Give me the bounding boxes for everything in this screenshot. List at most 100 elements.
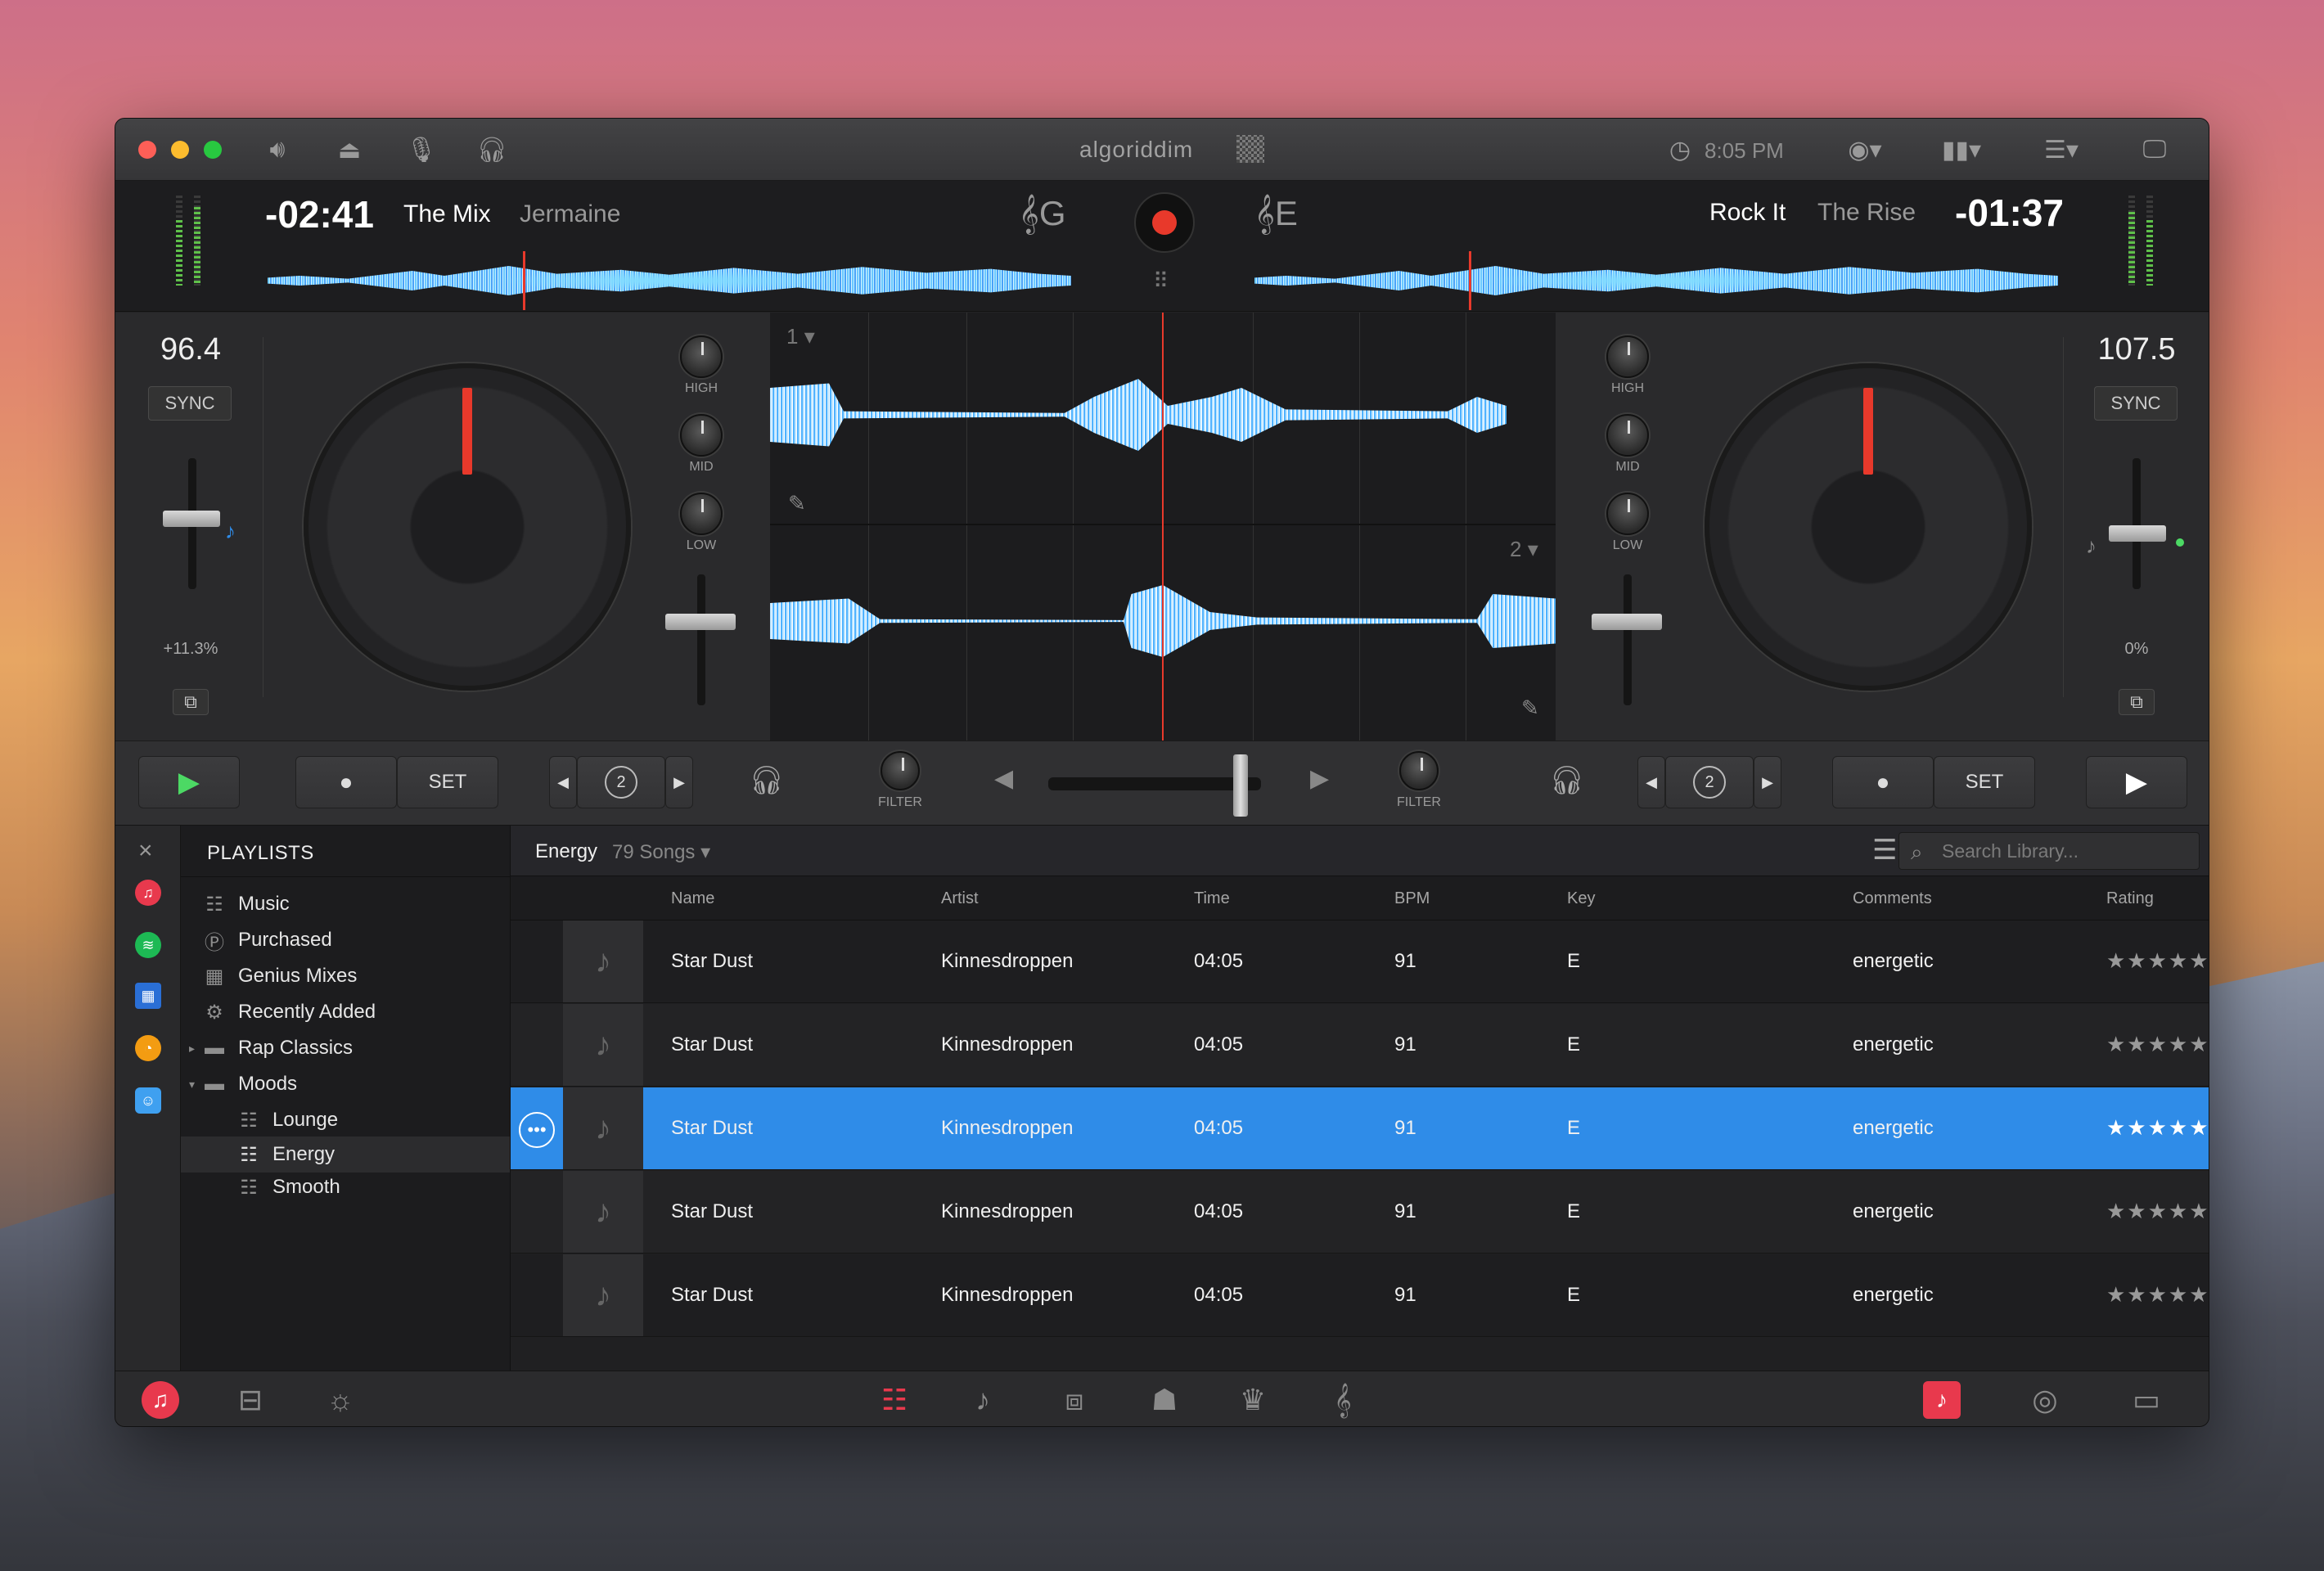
disclosure-down-icon[interactable]: ▾ bbox=[189, 1078, 202, 1092]
deck1-edit-icon[interactable]: ✎ bbox=[788, 491, 806, 516]
rating-stars[interactable]: ★★★★★ bbox=[2106, 1282, 2209, 1308]
left-volume-track[interactable] bbox=[697, 574, 705, 705]
column-time[interactable]: Time bbox=[1194, 889, 1230, 908]
right-overview-waveform[interactable] bbox=[1254, 266, 2058, 295]
crossfader-track[interactable] bbox=[1048, 777, 1261, 790]
left-mid-eq-knob[interactable] bbox=[680, 414, 723, 457]
search-input[interactable]: ⌕ Search Library... bbox=[1898, 832, 2200, 870]
rating-stars[interactable]: ★★★★★ bbox=[2106, 948, 2209, 974]
effects-icon[interactable]: ☼ bbox=[316, 1375, 365, 1425]
right-loop-prev-button[interactable]: ◀ bbox=[1637, 756, 1665, 808]
deck2-edit-icon[interactable]: ✎ bbox=[1521, 695, 1539, 721]
left-overview-waveform[interactable] bbox=[268, 266, 1071, 295]
itunes-source-icon[interactable]: ♫ bbox=[136, 1375, 185, 1425]
left-loop-prev-button[interactable]: ◀ bbox=[549, 756, 577, 808]
display-icon[interactable]: 🖵︎ bbox=[2137, 133, 2173, 166]
right-play-button[interactable]: ▶ bbox=[2086, 756, 2187, 808]
table-row[interactable]: ♪ Star Dust Kinnesdroppen 04:05 91 Eenergetic… bbox=[511, 1254, 2209, 1337]
right-volume-track[interactable] bbox=[1624, 574, 1632, 705]
list-view-icon[interactable]: ☰▾ bbox=[2037, 133, 2086, 166]
column-artist[interactable]: Artist bbox=[941, 889, 979, 908]
right-pitch-fader[interactable] bbox=[2109, 525, 2166, 542]
vinyl-icon[interactable]: ◎ bbox=[2020, 1375, 2070, 1425]
spotify-icon[interactable]: ≋ bbox=[135, 932, 161, 958]
right-volume-fader[interactable] bbox=[1592, 614, 1662, 630]
rating-stars[interactable]: ★★★★★ bbox=[2106, 1115, 2209, 1141]
column-name[interactable]: Name bbox=[671, 889, 714, 908]
waveform-view[interactable]: 1 ▾ ✎ 2 ▾ ✎ bbox=[770, 313, 1556, 740]
right-low-eq-knob[interactable] bbox=[1606, 493, 1649, 535]
playlist-item-recently-added[interactable]: ⚙ Recently Added bbox=[181, 994, 510, 1030]
automix-icon[interactable]: ⊟ bbox=[226, 1375, 275, 1425]
left-deck-toggle-icon[interactable]: ⧉ bbox=[173, 689, 209, 715]
history-icon[interactable]: ◔ bbox=[135, 1035, 161, 1061]
column-key[interactable]: Key bbox=[1567, 889, 1595, 908]
playlist-folder-moods[interactable]: ▾ ▬ Moods bbox=[181, 1066, 510, 1102]
keys-tab-icon[interactable]: 𝄞 bbox=[1318, 1375, 1367, 1425]
songs-tab-icon[interactable]: ♪ bbox=[958, 1375, 1007, 1425]
deck1-label[interactable]: 1 ▾ bbox=[786, 324, 815, 349]
video-icon[interactable]: ▦ bbox=[135, 983, 161, 1009]
column-bpm[interactable]: BPM bbox=[1394, 889, 1430, 908]
table-row[interactable]: ♪ Star Dust Kinnesdroppen 04:05 91 Eenergetic… bbox=[511, 1004, 2209, 1087]
column-comments[interactable]: Comments bbox=[1853, 889, 1932, 908]
playlist-item-music[interactable]: ☷ Music bbox=[181, 886, 510, 922]
right-set-button[interactable]: SET bbox=[1934, 756, 2035, 808]
left-low-eq-knob[interactable] bbox=[680, 493, 723, 535]
layout-icon[interactable]: ▮▮▾ bbox=[1937, 133, 1986, 166]
right-mid-eq-knob[interactable] bbox=[1606, 414, 1649, 457]
close-window-button[interactable] bbox=[138, 141, 156, 159]
left-set-button[interactable]: SET bbox=[397, 756, 498, 808]
right-high-eq-knob[interactable] bbox=[1606, 335, 1649, 378]
right-sync-button[interactable]: SYNC bbox=[2094, 386, 2178, 421]
record-settings-icon[interactable]: ◉▾ bbox=[1847, 133, 1883, 166]
left-pitch-fader[interactable] bbox=[163, 511, 220, 527]
right-keylock-icon[interactable]: ♪ bbox=[2086, 533, 2097, 559]
playlist-folder-rap-classics[interactable]: ▸ ▬ Rap Classics bbox=[181, 1030, 510, 1066]
table-row[interactable]: ••• ♪ Star Dust Kinnesdroppen 04:05 91 Eenerge… bbox=[511, 1087, 2209, 1170]
crossfader-handle[interactable] bbox=[1233, 754, 1248, 817]
left-play-button[interactable]: ▶ bbox=[138, 756, 240, 808]
playlists-tab-icon[interactable]: ☷ bbox=[870, 1375, 919, 1425]
playlist-item-smooth[interactable]: ☷ Smooth bbox=[181, 1169, 510, 1205]
finder-icon[interactable]: ☺ bbox=[135, 1087, 161, 1114]
list-view-icon[interactable]: ☰ bbox=[1872, 834, 1897, 867]
close-library-icon[interactable]: × bbox=[138, 837, 153, 865]
table-row[interactable]: ♪ Star Dust Kinnesdroppen 04:05 91 Eenergetic… bbox=[511, 921, 2209, 1003]
crossfader-right-icon[interactable]: ▶ bbox=[1310, 764, 1329, 793]
rating-stars[interactable]: ★★★★★ bbox=[2106, 1032, 2209, 1057]
airplay-icon[interactable]: ⏏︎ bbox=[331, 133, 367, 166]
right-deck-toggle-icon[interactable]: ⧉ bbox=[2119, 689, 2155, 715]
music-library-icon[interactable]: ♪ bbox=[1917, 1375, 1966, 1425]
deck2-label[interactable]: 2 ▾ bbox=[1510, 537, 1538, 562]
right-pitch-track[interactable] bbox=[2133, 458, 2141, 589]
left-sync-button[interactable]: SYNC bbox=[148, 386, 232, 421]
more-options-icon[interactable]: ••• bbox=[519, 1112, 555, 1148]
right-loop-next-button[interactable]: ▶ bbox=[1754, 756, 1781, 808]
sampler-icon[interactable]: ▭ bbox=[2122, 1375, 2171, 1425]
left-filter-knob[interactable] bbox=[881, 751, 920, 790]
minimize-window-button[interactable] bbox=[171, 141, 189, 159]
rating-stars[interactable]: ★★★★★ bbox=[2106, 1199, 2209, 1224]
albums-tab-icon[interactable]: ⧈ bbox=[1050, 1375, 1099, 1425]
artists-tab-icon[interactable]: ☗ bbox=[1140, 1375, 1189, 1425]
left-loop-button[interactable]: 2 bbox=[577, 756, 665, 808]
column-rating[interactable]: Rating bbox=[2106, 889, 2154, 908]
keypad-icon[interactable]: ⠿ bbox=[1153, 268, 1169, 294]
left-loop-next-button[interactable]: ▶ bbox=[665, 756, 693, 808]
right-cue-button[interactable]: ● bbox=[1832, 756, 1934, 808]
disclosure-right-icon[interactable]: ▸ bbox=[189, 1042, 202, 1056]
itunes-icon[interactable]: ♫ bbox=[135, 880, 161, 906]
record-button[interactable] bbox=[1134, 192, 1195, 253]
crossfader-left-icon[interactable]: ◀ bbox=[994, 764, 1013, 793]
right-headphones-cue-icon[interactable]: 🎧︎ bbox=[1549, 764, 1584, 797]
microphone-icon[interactable]: 🎙︎ bbox=[403, 133, 439, 166]
volume-icon[interactable]: 🔊︎ bbox=[259, 133, 295, 166]
playlist-item-genius-mixes[interactable]: ▦ Genius Mixes bbox=[181, 958, 510, 994]
left-keylock-icon[interactable]: ♪ bbox=[225, 519, 236, 544]
left-volume-fader[interactable] bbox=[665, 614, 736, 630]
zoom-window-button[interactable] bbox=[204, 141, 222, 159]
genres-tab-icon[interactable]: ♛ bbox=[1228, 1375, 1277, 1425]
left-cue-button[interactable]: ● bbox=[295, 756, 397, 808]
right-loop-button[interactable]: 2 bbox=[1665, 756, 1754, 808]
